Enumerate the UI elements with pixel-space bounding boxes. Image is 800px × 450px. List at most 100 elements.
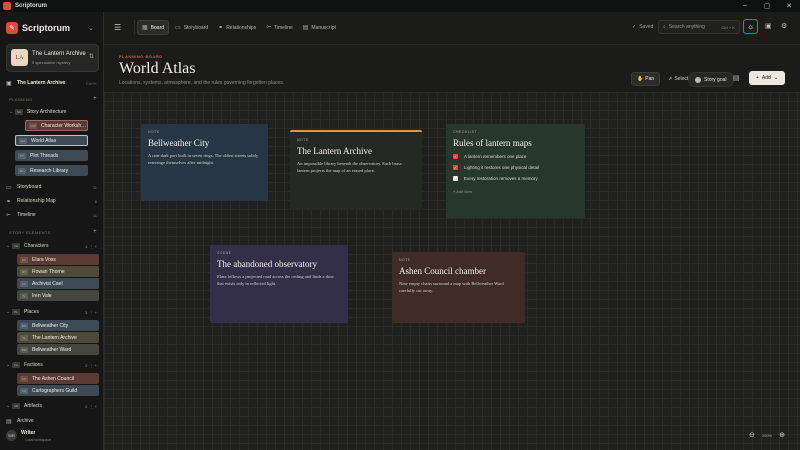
card-title: Bellweather City [148, 138, 210, 148]
element-iren-vale[interactable]: IV Iren Vale [17, 290, 99, 301]
export-icon[interactable]: ▣ [765, 22, 772, 30]
checkbox-checked-icon[interactable]: ✓ [453, 154, 458, 159]
group-label: Artifacts [24, 403, 43, 409]
relationship-icon: ⚭ [6, 198, 12, 205]
group-characters[interactable]: ⌄ CH Characters 4 ⋮ + [6, 241, 97, 251]
item-label: Plot Threads [30, 152, 59, 159]
add-checklist-item[interactable]: + Add item [453, 189, 578, 194]
nav-storyboard[interactable]: ▭ Storyboard 11 [6, 182, 97, 192]
group-badge: CH [12, 243, 20, 249]
zoom-out-icon[interactable]: ⊖ [749, 431, 755, 439]
element-rowan-thorne[interactable]: RT Rowan Thorne [17, 266, 99, 277]
card-lantern-archive[interactable]: NOTE The Lantern Archive An impossible l… [290, 130, 422, 210]
pan-mode-button[interactable]: ✋ Pan [631, 72, 661, 86]
close-window-button[interactable]: ✕ [778, 2, 800, 10]
tree-item-plot-threads[interactable]: PT Plot Threads [15, 150, 88, 161]
maximize-button[interactable]: ▢ [756, 2, 778, 10]
card-title: Ashen Council chamber [399, 266, 486, 276]
checklist-item[interactable]: Every restoration removes a memory [453, 176, 578, 181]
select-label: Select [674, 76, 689, 82]
tab-board[interactable]: ▦ Board [137, 20, 170, 35]
group-badge: FA [12, 362, 20, 368]
item-label: Bellweather Ward [32, 346, 72, 353]
element-ashen-council[interactable]: AC The Ashen Council [17, 373, 99, 384]
group-label: Places [24, 309, 40, 315]
checkbox-unchecked-icon[interactable] [453, 176, 458, 181]
card-body: A rain-dark port built in seven rings. T… [148, 153, 259, 165]
theme-toggle-button[interactable]: ☼ [743, 19, 758, 34]
group-artifacts[interactable]: ⌄ AR Artifacts 2 ⋮ + [6, 401, 97, 411]
search-shortcut: Ctrl + K [721, 24, 735, 30]
group-places[interactable]: ⌄ PL Places 3 ⋮ + [6, 307, 97, 317]
nav-archive[interactable]: ▤ Archive [6, 416, 97, 426]
nav-count: 11 [92, 184, 97, 190]
zoom-in-icon[interactable]: ⊕ [779, 431, 785, 439]
card-abandoned-observatory[interactable]: SCENE The abandoned observatory Elara fo… [210, 245, 348, 323]
tab-label: Timeline [274, 24, 293, 31]
page-title: World Atlas [119, 60, 196, 77]
item-badge: CW [29, 122, 37, 129]
current-project-row[interactable]: ▣ The Lantern Archive Ctrl+K [6, 78, 97, 88]
tree-item-research-library[interactable]: RL Research Library [15, 165, 88, 176]
nav-relationship-map[interactable]: ⚭ Relationship Map 8 [6, 196, 97, 206]
tree-item-world-atlas[interactable]: WA World Atlas [15, 135, 88, 146]
add-element-icon[interactable]: + [93, 229, 97, 235]
user-profile[interactable]: WR Writer Local workspace [6, 430, 51, 442]
nav-timeline[interactable]: ⟜ Timeline 11 [6, 210, 97, 220]
zoom-level: 100% [761, 432, 773, 438]
tab-label: Manuscript [311, 24, 336, 31]
gear-icon[interactable]: ⚙ [781, 22, 787, 30]
group-factions[interactable]: ⌄ FA Factions 2 ⋮ + [6, 360, 97, 370]
archive-box-icon[interactable]: ▤ [733, 74, 740, 82]
chevron-down-icon[interactable]: ⌄ [88, 24, 94, 32]
card-bellweather-city[interactable]: NOTE Bellweather City A rain-dark port b… [141, 124, 268, 201]
tab-relationships[interactable]: ⚭ Relationships [214, 21, 260, 34]
project-title: The Lantern Archive [32, 51, 86, 57]
tree-story-architecture[interactable]: ⌄ SA Story Architecture [9, 109, 66, 115]
minimize-button[interactable]: – [734, 2, 756, 10]
checklist-item[interactable]: ✓ A lantern remembers one place [453, 154, 578, 159]
storyboard-icon: ▭ [175, 25, 181, 31]
planning-header: PLANNING + [9, 96, 97, 102]
item-badge: AC [20, 375, 28, 382]
project-subtitle: 5 speculative mystery [32, 60, 71, 65]
current-project-label: The Lantern Archive [17, 80, 66, 86]
checklist-item[interactable]: ✓ Lighting it restores one physical deta… [453, 165, 578, 170]
item-badge: EV [20, 256, 28, 263]
add-planning-icon[interactable]: + [93, 96, 97, 102]
app-logo-icon [3, 2, 11, 10]
element-archivist-cael[interactable]: AC Archivist Cael [17, 278, 99, 289]
element-elara-voss[interactable]: EV Elara Voss [17, 254, 99, 265]
sun-icon: ☼ [746, 22, 755, 31]
tree-item-character-workshop[interactable]: CW Character Worksh… [25, 120, 88, 131]
tab-storyboard[interactable]: ▭ Storyboard [171, 21, 212, 34]
timeline-icon: ⟜ [6, 211, 11, 218]
tab-timeline[interactable]: ⟜ Timeline [262, 21, 297, 34]
menu-icon[interactable]: ☰ [114, 23, 121, 32]
card-rules-checklist[interactable]: CHECKLIST Rules of lantern maps ✓ A lant… [446, 124, 585, 218]
search-icon: ⌕ [663, 24, 666, 30]
cursor-icon: ➚ [668, 76, 673, 82]
add-button[interactable]: + Add ⌄ [749, 71, 785, 85]
card-type: NOTE [148, 130, 160, 134]
element-bellweather-ward[interactable]: BW Bellweather Ward [17, 344, 99, 355]
nav-label: Relationship Map [17, 198, 56, 204]
checkbox-checked-icon[interactable]: ✓ [453, 165, 458, 170]
nav-label: Storyboard [17, 184, 42, 190]
tab-manuscript[interactable]: ▤ Manuscript [299, 21, 340, 34]
card-type: NOTE [297, 138, 309, 142]
search-input[interactable]: ⌕ Search anything Ctrl + K [658, 20, 740, 34]
card-ashen-council-chamber[interactable]: NOTE Ashen Council chamber Nine empty ch… [392, 252, 525, 323]
zoom-controls: ⊖ 100% ⊕ [749, 431, 785, 439]
item-label: Iren Vale [32, 292, 52, 299]
item-label: The Lantern Archive [32, 334, 77, 341]
element-bellweather-city[interactable]: BC Bellweather City [17, 320, 99, 331]
story-goal-button[interactable]: Story goal [688, 72, 734, 87]
avatar: WR [6, 430, 17, 441]
element-lantern-archive[interactable]: TL The Lantern Archive [17, 332, 99, 343]
element-cartographers-guild[interactable]: CG Cartographers Guild [17, 385, 99, 396]
project-switcher[interactable]: LA The Lantern Archive 5 speculative mys… [6, 44, 99, 72]
brand-name: Scriptorum [22, 23, 71, 33]
item-badge: BW [20, 346, 28, 353]
group-count: 2 [85, 403, 88, 409]
